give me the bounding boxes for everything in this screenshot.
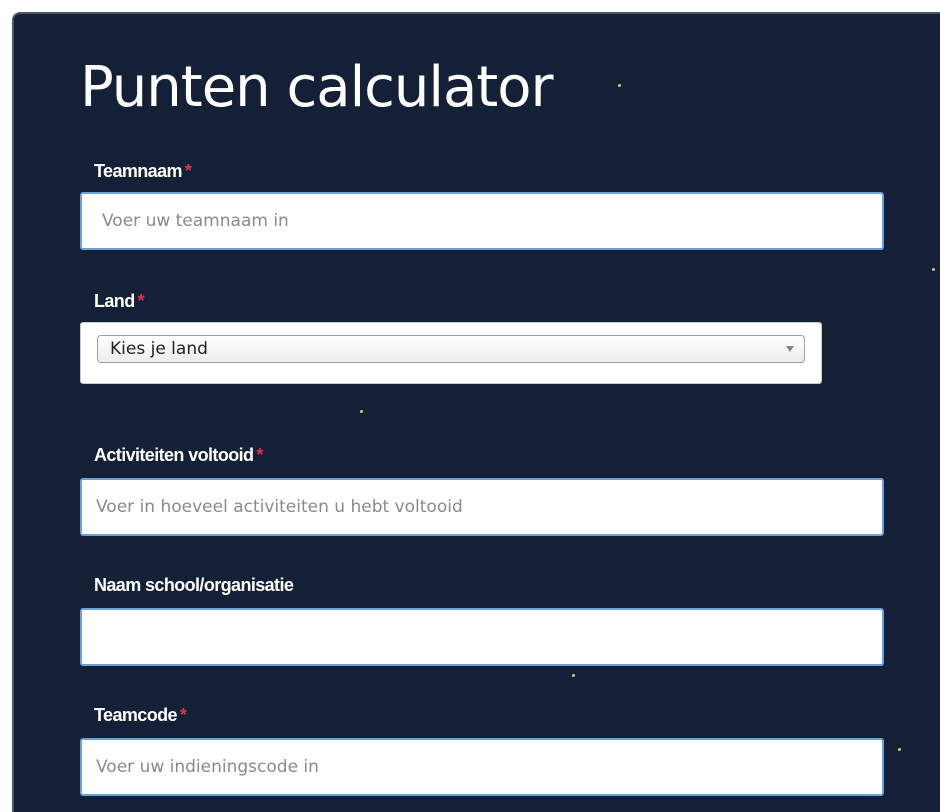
calculator-panel: Punten calculator Teamnaam* Land* Kies j… — [12, 12, 940, 812]
country-label: Land * — [94, 290, 145, 312]
dropdown-arrow-icon — [786, 346, 794, 352]
school-label-text: Naam school/organisatie — [94, 575, 294, 595]
page-title: Punten calculator — [80, 55, 554, 120]
star-dot — [618, 84, 621, 87]
star-dot — [360, 410, 363, 413]
country-select-container: Kies je land — [80, 322, 822, 384]
country-selected-value: Kies je land — [110, 339, 208, 359]
required-marker: * — [137, 291, 145, 311]
country-label-text: Land — [94, 291, 135, 311]
activities-label-text: Activiteiten voltooid — [94, 445, 254, 465]
required-marker: * — [184, 161, 192, 181]
required-marker: * — [256, 445, 263, 465]
school-input[interactable] — [80, 608, 884, 666]
team-code-label-text: Teamcode — [94, 705, 178, 725]
team-code-input[interactable] — [80, 738, 884, 796]
required-marker: * — [179, 705, 187, 725]
country-select[interactable]: Kies je land — [97, 335, 805, 363]
team-code-label: Teamcode * — [94, 704, 187, 726]
activities-label: Activiteiten voltooid * — [94, 444, 263, 466]
team-name-input[interactable] — [80, 192, 884, 250]
activities-input[interactable] — [80, 478, 884, 536]
team-name-label: Teamnaam * — [94, 160, 192, 182]
page-frame: Punten calculator Teamnaam* Land* Kies j… — [0, 0, 940, 812]
star-dot — [932, 268, 935, 271]
school-label: Naam school/organisatie — [94, 574, 294, 596]
star-dot — [898, 748, 901, 751]
star-dot — [572, 674, 575, 677]
team-name-label-text: Teamnaam — [94, 161, 183, 181]
